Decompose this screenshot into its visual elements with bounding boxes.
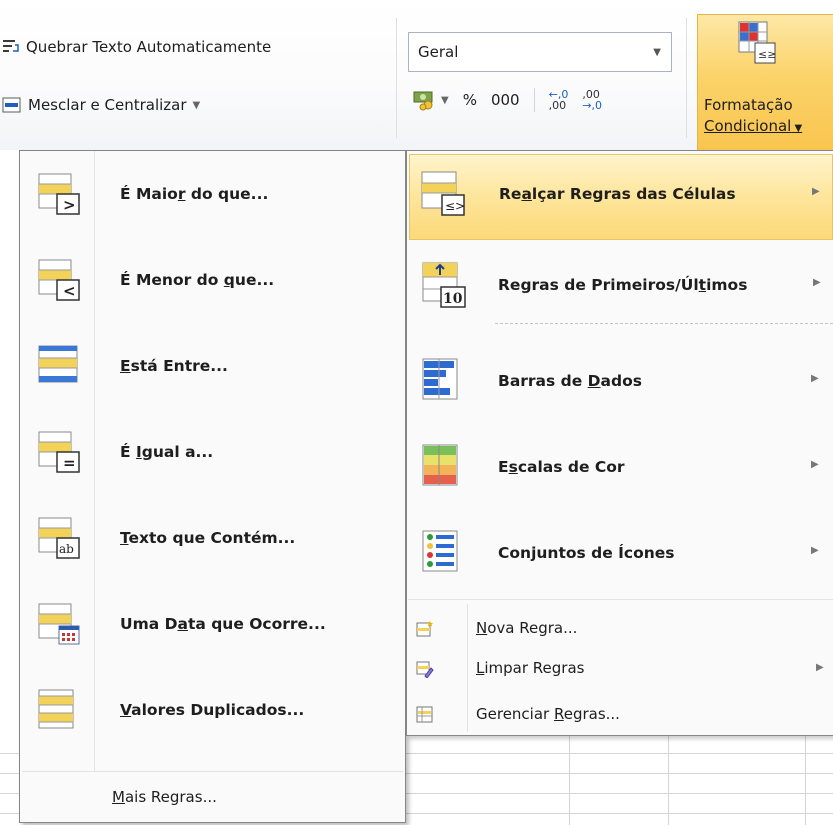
currency-format-button[interactable]: ▼	[413, 89, 449, 111]
date-occurring-icon	[38, 603, 80, 645]
group-divider	[686, 18, 687, 138]
duplicate-values-icon	[38, 689, 74, 729]
svg-text:=: =	[63, 454, 76, 472]
menu-item-label: Barras de Dados	[498, 372, 642, 390]
top-bottom-rules-icon: 10	[422, 262, 466, 308]
svg-text:<: <	[63, 282, 76, 300]
highlight-cells-rules-icon: ≤>	[421, 171, 465, 216]
wrap-text-icon	[3, 40, 19, 52]
chevron-right-icon: ▶	[811, 545, 819, 556]
chevron-down-icon: ▼	[192, 99, 201, 111]
merge-center-button[interactable]: Mesclar e Centralizar ▼	[2, 96, 200, 114]
wrap-text-label: Quebrar Texto Automaticamente	[26, 38, 272, 56]
clear-rules-icon	[416, 661, 434, 678]
menu-item-label: Regras de Primeiros/Últimos	[498, 276, 748, 294]
chevron-right-icon: ▶	[813, 277, 821, 288]
highlight-rules-submenu: > É Maior do que... < É Menor do que... …	[19, 150, 406, 823]
number-tools: ▼ % 000 ←,0 ,00 ,00 →,0	[413, 88, 602, 112]
merge-center-icon	[2, 97, 21, 113]
submenu-item-date-occurring[interactable]: Uma Data que Ocorre...	[20, 581, 405, 667]
chevron-right-icon: ▶	[811, 459, 819, 470]
menu-item-label: Gerenciar Regras...	[476, 705, 620, 723]
menu-item-icon-sets[interactable]: Conjuntos de Ícones ▶	[407, 511, 833, 597]
menu-item-label: Conjuntos de Ícones	[498, 544, 675, 562]
svg-text:≤≥: ≤≥	[758, 48, 776, 61]
menu-item-label: Nova Regra...	[476, 619, 578, 637]
conditional-formatting-button[interactable]: ≤≥ Formatação Condicional ▼	[697, 14, 833, 150]
chevron-right-icon: ▶	[811, 373, 819, 384]
comma-style-button[interactable]: 000	[491, 91, 520, 109]
submenu-item-duplicate-values[interactable]: Valores Duplicados...	[20, 667, 405, 753]
submenu-item-less-than[interactable]: < É Menor do que...	[20, 237, 405, 323]
decrease-decimal-button[interactable]: ,00 →,0	[582, 89, 602, 111]
percent-style-button[interactable]: %	[463, 91, 477, 109]
menu-item-data-bars[interactable]: Barras de Dados ▶	[407, 339, 833, 425]
number-format-value: Geral	[418, 43, 459, 61]
increase-decimal-button[interactable]: ←,0 ,00	[549, 89, 569, 111]
svg-text:10: 10	[443, 291, 463, 307]
submenu-item-label: Está Entre...	[120, 357, 228, 375]
submenu-item-label: Valores Duplicados...	[120, 701, 305, 719]
color-scales-icon	[422, 444, 458, 486]
menu-item-label: Escalas de Cor	[498, 458, 625, 476]
submenu-item-greater-than[interactable]: > É Maior do que...	[20, 151, 405, 237]
menu-divider	[495, 323, 833, 324]
menu-item-new-rule[interactable]: Nova Regra...	[406, 613, 833, 645]
text-contains-icon: ab	[38, 517, 80, 559]
chevron-right-icon: ▶	[812, 186, 820, 197]
menu-item-top-bottom-rules[interactable]: 10 Regras de Primeiros/Últimos ▶	[407, 243, 833, 329]
new-rule-icon	[416, 621, 433, 637]
submenu-item-equal-to[interactable]: = É Igual a...	[20, 409, 405, 495]
menu-item-label: Limpar Regras	[476, 659, 585, 677]
svg-text:≤>: ≤>	[445, 199, 465, 213]
less-than-icon: <	[38, 259, 80, 301]
menu-item-highlight-cells-rules[interactable]: ≤> Realçar Regras das Células ▶	[409, 154, 833, 240]
submenu-item-label: É Menor do que...	[120, 271, 275, 289]
merge-center-label: Mesclar e Centralizar	[28, 96, 187, 114]
chevron-right-icon: ▶	[816, 662, 824, 673]
submenu-item-label: Uma Data que Ocorre...	[120, 615, 326, 633]
numtools-divider	[533, 88, 535, 112]
greater-than-icon: >	[38, 173, 80, 215]
cond-format-line2: Condicional ▼	[704, 117, 803, 135]
submenu-item-text-contains[interactable]: ab Texto que Contém...	[20, 495, 405, 581]
menu-item-label: Realçar Regras das Células	[499, 185, 736, 203]
menu-item-manage-rules[interactable]: Gerenciar Regras...	[406, 699, 833, 731]
conditional-formatting-icon: ≤≥	[738, 21, 776, 64]
ribbon: Quebrar Texto Automaticamente Mesclar e …	[0, 0, 833, 151]
menu-item-color-scales[interactable]: Escalas de Cor ▶	[407, 425, 833, 511]
menu-item-clear-rules[interactable]: Limpar Regras ▶	[406, 653, 833, 685]
equal-to-icon: =	[38, 431, 80, 473]
currency-icon	[413, 91, 433, 111]
chevron-down-icon: ▼	[441, 94, 449, 106]
menu-divider	[408, 599, 833, 600]
more-rules-item[interactable]: Mais Regras...	[112, 788, 217, 806]
number-format-dropdown[interactable]: Geral ▼	[408, 32, 672, 72]
between-icon	[38, 345, 78, 383]
cond-format-line1: Formatação	[704, 96, 793, 114]
data-bars-icon	[422, 358, 458, 400]
submenu-item-label: Texto que Contém...	[120, 529, 296, 547]
manage-rules-icon	[416, 706, 433, 723]
svg-text:ab: ab	[59, 542, 74, 556]
wrap-text-button[interactable]: Quebrar Texto Automaticamente	[2, 38, 271, 56]
group-divider	[396, 18, 397, 138]
submenu-item-label: É Maior do que...	[120, 185, 269, 203]
submenu-item-between[interactable]: Está Entre...	[20, 323, 405, 409]
svg-text:>: >	[63, 196, 76, 214]
conditional-formatting-menu: ≤> Realçar Regras das Células ▶ 10 Regra…	[406, 150, 833, 736]
icon-sets-icon	[422, 530, 458, 572]
chevron-down-icon: ▼	[653, 46, 661, 58]
chevron-down-icon: ▼	[791, 123, 803, 134]
submenu-item-label: É Igual a...	[120, 443, 214, 461]
